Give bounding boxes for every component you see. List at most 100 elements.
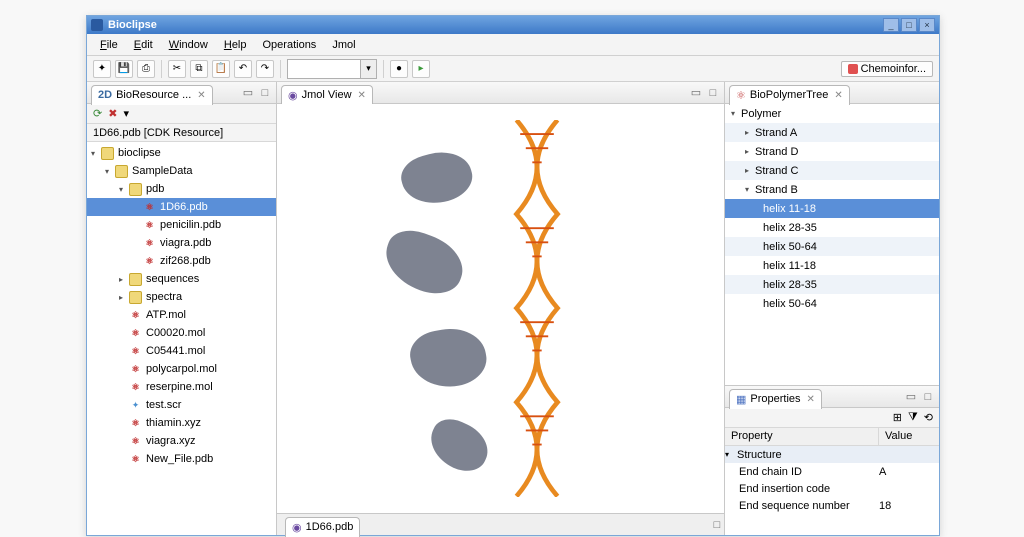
- maximize-view-icon[interactable]: □: [921, 390, 935, 404]
- molecule-icon: ⚛: [143, 219, 156, 232]
- maximize-view-icon[interactable]: □: [258, 86, 272, 100]
- tool-redo-icon[interactable]: ↷: [256, 60, 274, 78]
- tree-file-1d66[interactable]: ⚛1D66.pdb: [87, 198, 276, 216]
- properties-icon: ▦: [736, 393, 746, 406]
- menu-help[interactable]: Help: [217, 37, 254, 53]
- refresh-icon[interactable]: ⟳: [93, 107, 102, 120]
- menu-jmol[interactable]: Jmol: [325, 37, 362, 53]
- polymer-root[interactable]: ▾Polymer: [725, 104, 939, 123]
- menu-file[interactable]: File: [93, 37, 125, 53]
- script-icon: ✦: [129, 399, 142, 412]
- tool-new-icon[interactable]: ✦: [93, 60, 111, 78]
- menu-edit[interactable]: Edit: [127, 37, 160, 53]
- polymer-tree[interactable]: ▾Polymer ▸Strand A ▸Strand D ▸Strand C ▾…: [725, 104, 939, 385]
- polymer-helix[interactable]: helix 28-35: [725, 218, 939, 237]
- tree-file-c05441[interactable]: ⚛C05441.mol: [87, 342, 276, 360]
- polymer-helix[interactable]: helix 28-35: [725, 275, 939, 294]
- close-icon[interactable]: ✕: [358, 90, 366, 101]
- tree-file-c00020[interactable]: ⚛C00020.mol: [87, 324, 276, 342]
- maximize-view-icon[interactable]: □: [710, 518, 724, 532]
- tree-file-polycarpol[interactable]: ⚛polycarpol.mol: [87, 360, 276, 378]
- tree-file-penicilin[interactable]: ⚛penicilin.pdb: [87, 216, 276, 234]
- tool-play-icon[interactable]: ▸: [412, 60, 430, 78]
- resource-toolbar: ⟳ ✖ ▾: [87, 104, 276, 124]
- property-row[interactable]: End sequence number18: [725, 497, 939, 514]
- minimize-view-icon[interactable]: ▭: [689, 86, 703, 100]
- polymer-helix[interactable]: helix 50-64: [725, 294, 939, 313]
- menu-window[interactable]: Window: [162, 37, 215, 53]
- tool-cut-icon[interactable]: ✂: [168, 60, 186, 78]
- tab-biopolymer[interactable]: ⚛ BioPolymerTree ✕: [729, 85, 850, 105]
- polymer-strand-c[interactable]: ▸Strand C: [725, 161, 939, 180]
- jmol-canvas[interactable]: [277, 104, 724, 513]
- close-icon[interactable]: ✕: [834, 90, 842, 101]
- properties-table[interactable]: Property Value ▾Structure End chain IDA …: [725, 428, 939, 535]
- perspective-label: Chemoinfor...: [861, 63, 926, 75]
- molecule-icon: ⚛: [129, 345, 142, 358]
- tree-sampledata[interactable]: ▾SampleData: [87, 162, 276, 180]
- window-title: Bioclipse: [108, 19, 883, 31]
- polymer-helix[interactable]: helix 11-18: [725, 256, 939, 275]
- tree-file-atp[interactable]: ⚛ATP.mol: [87, 306, 276, 324]
- app-icon: [91, 19, 103, 31]
- polymer-view-header: ⚛ BioPolymerTree ✕: [725, 82, 939, 104]
- polymer-strand-d[interactable]: ▸Strand D: [725, 142, 939, 161]
- tree-file-testscr[interactable]: ✦test.scr: [87, 396, 276, 414]
- chevron-down-icon[interactable]: [360, 60, 376, 78]
- polymer-strand-a[interactable]: ▸Strand A: [725, 123, 939, 142]
- delete-icon[interactable]: ✖: [108, 107, 117, 120]
- toolbar-combo[interactable]: [287, 59, 377, 79]
- property-row[interactable]: End chain IDA: [725, 463, 939, 480]
- tool-copy-icon[interactable]: ⧉: [190, 60, 208, 78]
- molecule-icon: ⚛: [143, 201, 156, 214]
- minimize-view-icon[interactable]: ▭: [904, 390, 918, 404]
- property-row[interactable]: End insertion code: [725, 480, 939, 497]
- molecule-icon: ⚛: [129, 363, 142, 376]
- tool-print-icon[interactable]: ⎙: [137, 60, 155, 78]
- resource-tree[interactable]: ▾bioclipse ▾SampleData ▾pdb ⚛1D66.pdb ⚛p…: [87, 142, 276, 535]
- polymer-strand-b[interactable]: ▾Strand B: [725, 180, 939, 199]
- categories-icon[interactable]: ⊞: [893, 411, 902, 424]
- close-icon[interactable]: ✕: [807, 394, 815, 405]
- properties-header: Property Value: [725, 428, 939, 446]
- tree-file-newfile[interactable]: ⚛New_File.pdb: [87, 450, 276, 468]
- tree-sequences-folder[interactable]: ▸sequences: [87, 270, 276, 288]
- 2d-icon: 2D: [98, 89, 112, 101]
- filter-icon[interactable]: ⧩: [908, 411, 918, 424]
- polymer-helix[interactable]: helix 11-18: [725, 199, 939, 218]
- titlebar[interactable]: Bioclipse _ □ ×: [87, 16, 939, 34]
- tree-file-viagra-pdb[interactable]: ⚛viagra.pdb: [87, 234, 276, 252]
- right-column: ⚛ BioPolymerTree ✕ ▾Polymer ▸Strand A ▸S…: [725, 82, 939, 535]
- view-menu-icon[interactable]: ▾: [123, 107, 129, 120]
- maximize-view-icon[interactable]: □: [706, 86, 720, 100]
- perspective-switcher[interactable]: Chemoinfor...: [841, 61, 933, 77]
- breadcrumb[interactable]: 1D66.pdb [CDK Resource]: [87, 124, 276, 142]
- properties-group[interactable]: ▾Structure: [725, 446, 939, 463]
- tool-undo-icon[interactable]: ↶: [234, 60, 252, 78]
- polymer-helix[interactable]: helix 50-64: [725, 237, 939, 256]
- tree-file-reserpine[interactable]: ⚛reserpine.mol: [87, 378, 276, 396]
- tab-jmol[interactable]: ◉ Jmol View ✕: [281, 85, 373, 105]
- tool-paste-icon[interactable]: 📋: [212, 60, 230, 78]
- minimize-view-icon[interactable]: ▭: [241, 86, 255, 100]
- tree-root[interactable]: ▾bioclipse: [87, 144, 276, 162]
- tree-file-zif268[interactable]: ⚛zif268.pdb: [87, 252, 276, 270]
- tree-pdb-folder[interactable]: ▾pdb: [87, 180, 276, 198]
- maximize-button[interactable]: □: [901, 18, 917, 32]
- tool-save-icon[interactable]: 💾: [115, 60, 133, 78]
- close-button[interactable]: ×: [919, 18, 935, 32]
- tree-file-thiamin[interactable]: ⚛thiamin.xyz: [87, 414, 276, 432]
- minimize-button[interactable]: _: [883, 18, 899, 32]
- polymer-icon: ⚛: [736, 89, 746, 102]
- folder-icon: [129, 291, 142, 304]
- tree-file-viagra-xyz[interactable]: ⚛viagra.xyz: [87, 432, 276, 450]
- molecule-icon: ⚛: [143, 255, 156, 268]
- menu-operations[interactable]: Operations: [256, 37, 324, 53]
- defaults-icon[interactable]: ⟲: [924, 411, 933, 424]
- close-icon[interactable]: ✕: [197, 90, 205, 101]
- tool-sphere-icon[interactable]: ●: [390, 60, 408, 78]
- tab-1d66[interactable]: ◉ 1D66.pdb: [285, 517, 360, 537]
- tab-bioresource[interactable]: 2D BioResource ... ✕: [91, 85, 213, 105]
- tree-spectra-folder[interactable]: ▸spectra: [87, 288, 276, 306]
- tab-properties[interactable]: ▦ Properties ✕: [729, 389, 822, 409]
